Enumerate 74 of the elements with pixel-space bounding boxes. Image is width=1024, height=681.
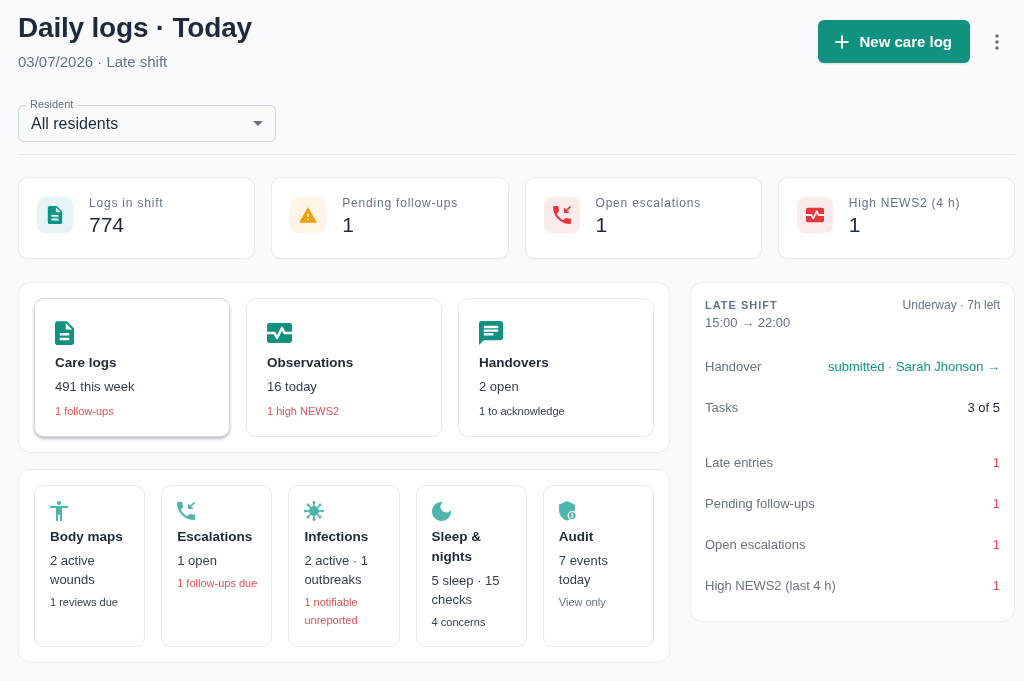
stat-label: Pending follow-ups <box>342 195 459 211</box>
module-summary: 2 active wounds <box>50 552 96 589</box>
person-icon <box>50 501 68 521</box>
module-title: Escalations <box>177 528 254 546</box>
module-note: 4 concerns <box>431 615 487 630</box>
count-value: 1 <box>992 495 1000 513</box>
module-title: Handovers <box>479 354 550 372</box>
count-label: Late entries <box>705 454 773 472</box>
stat-value: 1 <box>848 213 862 237</box>
module-note: 1 reviews due <box>50 595 119 610</box>
field-label: Resident <box>26 98 78 111</box>
document-icon <box>55 321 74 345</box>
module-card[interactable]: Infections 2 active · 1 outbreaks 1 notifiable unreported <box>288 485 400 647</box>
shift-status: Underway · 7h left <box>902 297 1000 313</box>
stat-label: Logs in shift <box>89 195 164 211</box>
virus-icon <box>304 501 325 521</box>
module-note: 1 follow-ups due <box>177 576 259 591</box>
module-note: 1 notifiable unreported <box>304 595 359 628</box>
count-label: Pending follow-ups <box>705 495 815 513</box>
module-card[interactable]: Sleep & nights 5 sleep · 15 checks 4 concerns <box>415 485 527 647</box>
module-note: View only <box>558 595 607 610</box>
detail-value: 3 of 5 <box>967 399 1000 417</box>
count-value: 1 <box>992 454 1000 472</box>
module-note: 1 to acknowledge <box>479 404 566 419</box>
module-card[interactable]: Handovers 2 open 1 to acknowledge <box>458 298 654 437</box>
module-summary: 5 sleep · 15 checks <box>431 572 501 609</box>
page-title: Daily logs · Today <box>18 11 252 45</box>
detail-label: Tasks <box>705 399 739 417</box>
module-title: Sleep & nights <box>431 528 483 566</box>
warning-icon <box>290 197 327 233</box>
heart-monitor-icon <box>796 197 833 233</box>
count-value: 1 <box>992 577 1000 595</box>
phone-icon <box>177 502 196 520</box>
module-summary: 7 events today <box>558 552 609 589</box>
new-care-log-button[interactable]: New care log <box>818 20 970 63</box>
module-note: 1 follow-ups <box>55 404 115 419</box>
module-summary: 491 this week <box>55 378 136 396</box>
module-summary: 16 today <box>267 378 318 396</box>
more-icon[interactable] <box>995 33 999 50</box>
count-label: Open escalations <box>705 536 806 554</box>
module-card[interactable]: Body maps 2 active wounds 1 reviews due <box>34 485 146 647</box>
count-label: High NEWS2 (last 4 h) <box>705 577 836 595</box>
detail-label: Handover <box>705 358 762 376</box>
stat-value: 774 <box>89 213 126 237</box>
module-summary: 2 active · 1 outbreaks <box>304 552 369 589</box>
detail-link[interactable]: submitted · Sarah Jhonson → <box>828 357 1000 377</box>
module-card[interactable]: Care logs 491 this week 1 follow-ups <box>34 298 230 437</box>
caret-icon <box>253 121 263 126</box>
page-subtitle: 03/07/2026 · Late shift <box>18 52 169 72</box>
shield-person-icon <box>558 501 577 521</box>
count-value: 1 <box>992 536 1000 554</box>
module-card[interactable]: Audit 7 events today View only <box>542 485 654 647</box>
module-title: Observations <box>267 354 355 372</box>
module-title: Body maps <box>50 528 124 546</box>
stat-value: 1 <box>595 213 609 237</box>
shift-time: 15:00 → 22:00 <box>705 314 791 332</box>
shift-title: LATE SHIFT <box>705 298 779 313</box>
document-icon <box>37 197 73 233</box>
stat-label: High NEWS2 (4 h) <box>848 195 961 211</box>
module-note: 1 high NEWS2 <box>267 404 341 419</box>
heart-monitor-icon <box>267 323 292 343</box>
stat-value: 1 <box>342 213 355 237</box>
chat-bubble-icon <box>479 321 503 345</box>
module-title: Infections <box>304 528 370 546</box>
module-card[interactable]: Observations 16 today 1 high NEWS2 <box>246 298 442 437</box>
module-title: Care logs <box>55 354 118 372</box>
module-summary: 1 open <box>177 552 218 570</box>
module-card[interactable]: Escalations 1 open 1 follow-ups due <box>161 485 273 647</box>
phone-icon <box>543 197 580 233</box>
module-summary: 2 open <box>479 378 520 396</box>
stat-label: Open escalations <box>595 195 702 211</box>
module-title: Audit <box>558 528 595 546</box>
plus-icon <box>835 34 850 49</box>
moon-icon <box>431 501 451 521</box>
